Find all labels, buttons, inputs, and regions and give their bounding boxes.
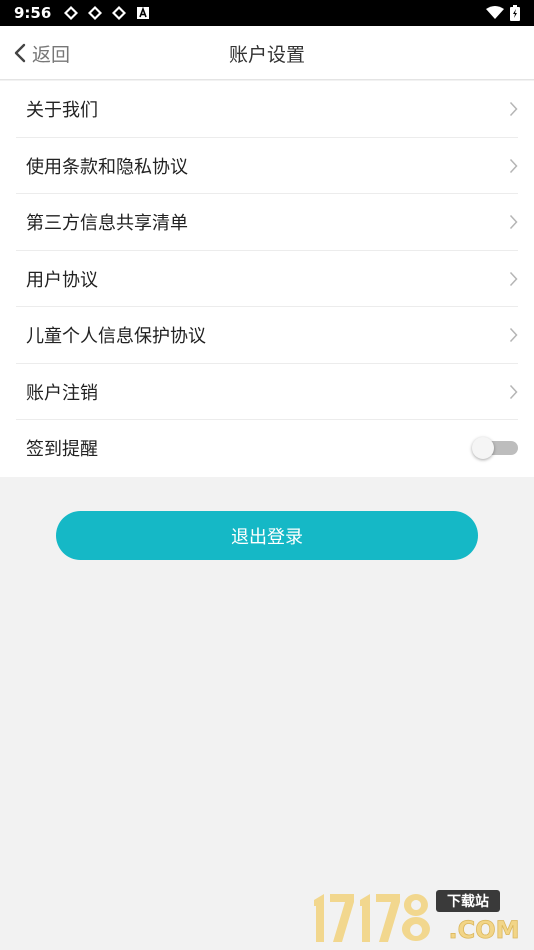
menu-item-third-party-sharing[interactable]: 第三方信息共享清单 — [0, 194, 534, 251]
chevron-right-icon — [509, 271, 518, 286]
menu-item-label: 用户协议 — [26, 269, 98, 291]
checkin-reminder-toggle[interactable] — [472, 437, 518, 460]
back-button[interactable]: 返回 — [14, 26, 70, 80]
chevron-right-icon — [509, 215, 518, 230]
chevron-right-icon — [509, 102, 518, 117]
menu-item-label: 账户注销 — [26, 382, 98, 404]
chevron-right-icon — [509, 158, 518, 173]
menu-item-about-us[interactable]: 关于我们 — [0, 81, 534, 138]
svg-text:.COM: .COM — [448, 916, 519, 944]
menu-item-user-agreement[interactable]: 用户协议 — [0, 251, 534, 308]
app-header: 返回 账户设置 — [0, 26, 534, 80]
menu-item-checkin-reminder: 签到提醒 — [0, 420, 534, 477]
notification-app-icon — [88, 6, 103, 20]
toggle-knob — [472, 437, 494, 460]
notification-app-icon — [112, 6, 127, 20]
menu-item-label: 签到提醒 — [26, 439, 98, 461]
settings-list: 关于我们 使用条款和隐私协议 第三方信息共享清单 用户协议 儿童个人信息保护协议… — [0, 81, 534, 477]
page-title: 账户设置 — [228, 43, 305, 66]
chevron-right-icon — [509, 384, 518, 399]
status-time: 9:56 — [14, 4, 52, 22]
wifi-icon — [486, 6, 504, 19]
menu-item-account-deletion[interactable]: 账户注销 — [0, 364, 534, 421]
menu-item-label: 关于我们 — [26, 100, 98, 122]
chevron-right-icon — [509, 328, 518, 343]
menu-item-label: 使用条款和隐私协议 — [26, 156, 188, 178]
site-watermark-logo: 下载站 .COM — [314, 890, 520, 944]
chevron-left-icon — [14, 43, 26, 63]
back-label: 返回 — [32, 43, 71, 66]
notification-app-icon — [64, 6, 79, 20]
status-bar: 9:56 — [0, 0, 534, 26]
svg-text:下载站: 下载站 — [447, 893, 489, 910]
logout-button[interactable]: 退出登录 — [56, 511, 478, 560]
menu-item-label: 第三方信息共享清单 — [26, 213, 188, 235]
notification-a-icon — [137, 6, 150, 19]
menu-item-label: 儿童个人信息保护协议 — [26, 326, 206, 348]
menu-item-child-privacy[interactable]: 儿童个人信息保护协议 — [0, 307, 534, 364]
battery-icon — [510, 5, 520, 21]
menu-item-terms-privacy[interactable]: 使用条款和隐私协议 — [0, 138, 534, 195]
